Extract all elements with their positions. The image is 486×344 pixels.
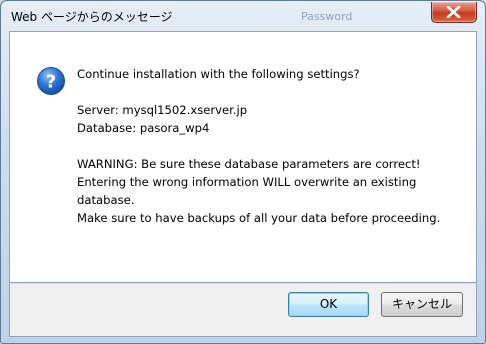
message-line: Server: mysql1502.xserver.jp [77,103,248,117]
button-bar: OK キャンセル [9,283,477,337]
message-line: Make sure to have backups of all your da… [77,211,441,225]
dialog-title: Web ページからのメッセージ [11,10,173,24]
message-line: Continue installation with the following… [77,67,360,81]
svg-text:?: ? [46,72,56,93]
title-bar[interactable]: Web ページからのメッセージ Password [1,1,485,31]
ok-button[interactable]: OK [288,292,369,317]
message-line: WARNING: Be sure these database paramete… [77,157,421,171]
close-button[interactable] [431,2,477,23]
question-icon: ? [36,66,66,100]
message-dialog: Web ページからのメッセージ Password ? Continue inst… [0,0,486,344]
dialog-content: ? Continue installation with the followi… [9,31,477,283]
cancel-button[interactable]: キャンセル [381,292,463,317]
message-line: database. [77,193,135,207]
background-window-text: Password [301,10,353,23]
message-text: Continue installation with the following… [77,65,440,227]
close-icon [446,6,461,18]
message-line: Entering the wrong information WILL over… [77,175,417,189]
message-line: Database: pasora_wp4 [77,121,210,135]
